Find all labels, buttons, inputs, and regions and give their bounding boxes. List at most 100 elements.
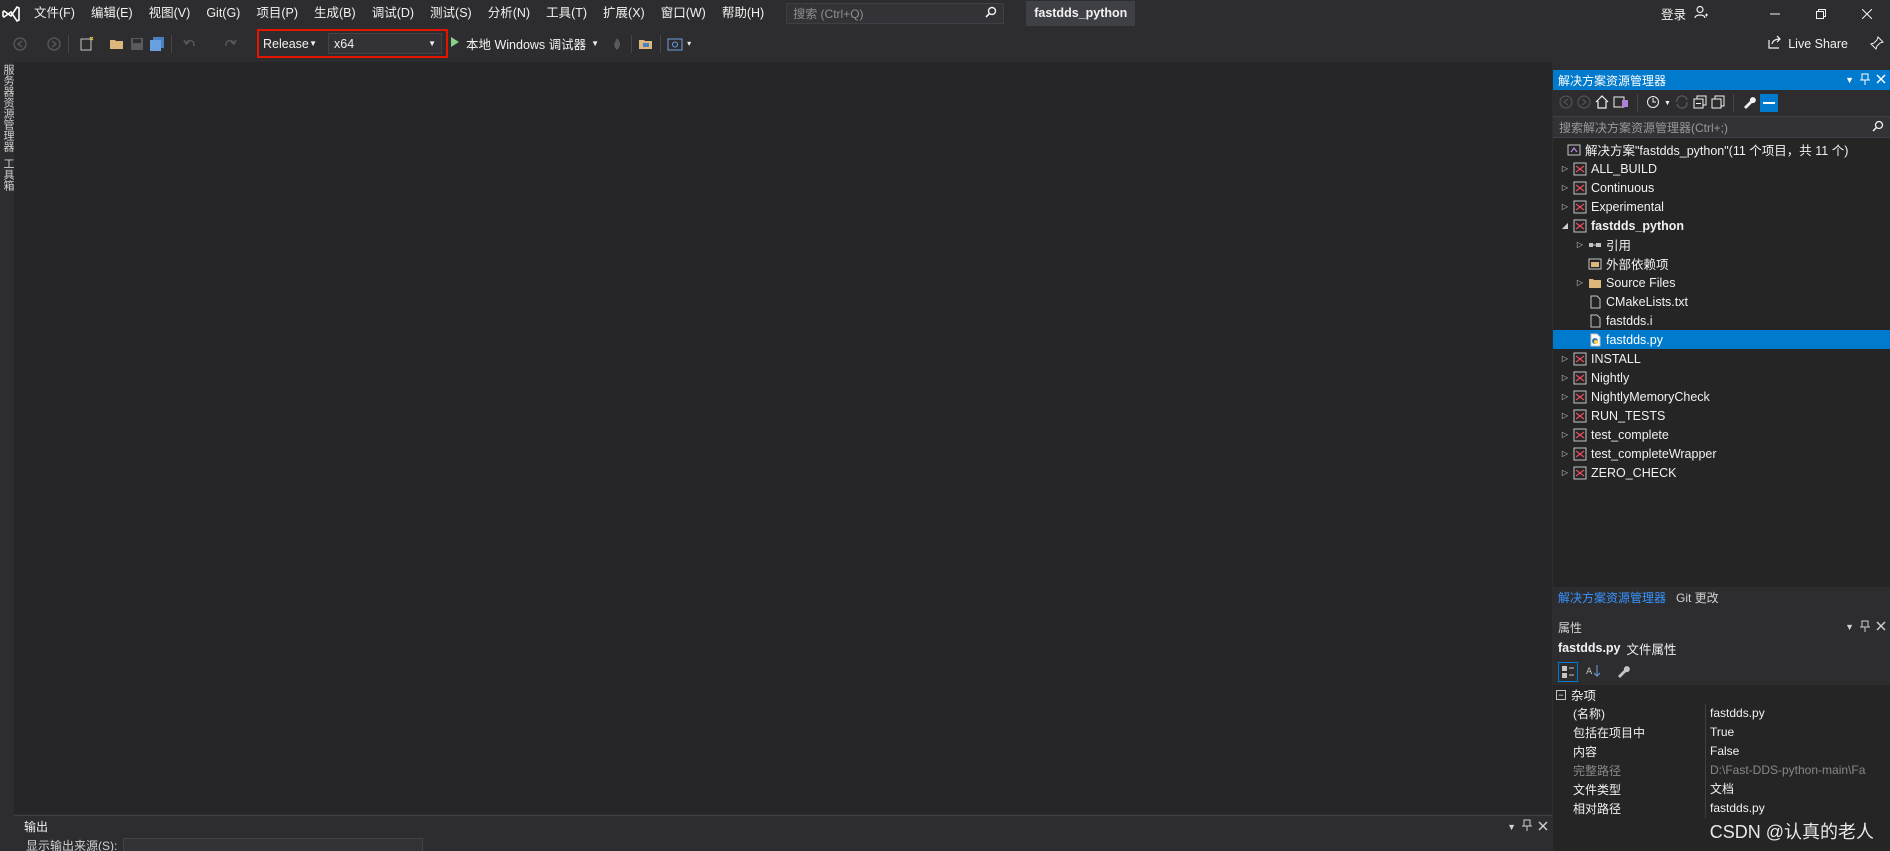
tree-item[interactable]: CMakeLists.txt — [1553, 292, 1890, 311]
property-pages-icon[interactable] — [1616, 664, 1630, 681]
menu-test[interactable]: 测试(S) — [422, 0, 480, 27]
redo-icon[interactable] — [220, 34, 240, 54]
back-icon[interactable] — [1559, 95, 1573, 112]
menu-extensions[interactable]: 扩展(X) — [595, 0, 653, 27]
restore-button[interactable] — [1798, 0, 1844, 27]
expanded-arrow-icon[interactable]: ◢ — [1559, 216, 1571, 235]
forward-icon[interactable] — [1577, 95, 1591, 112]
properties-wrench-icon[interactable] — [1742, 95, 1756, 112]
menu-analyze[interactable]: 分析(N) — [480, 0, 538, 27]
pin-icon[interactable] — [1522, 819, 1532, 834]
alphabetical-icon[interactable]: A — [1586, 664, 1602, 681]
sync-icon[interactable] — [1675, 94, 1689, 112]
collapsed-arrow-icon[interactable]: ▷ — [1559, 387, 1571, 406]
live-share-button[interactable]: Live Share — [1768, 29, 1848, 58]
tree-item[interactable]: ▷ ZERO_CHECK — [1553, 463, 1890, 482]
collapsed-arrow-icon[interactable]: ▷ — [1559, 349, 1571, 368]
property-row[interactable]: 相对路径 fastdds.py — [1553, 799, 1890, 818]
menu-window[interactable]: 窗口(W) — [653, 0, 714, 27]
collapse-all-icon[interactable] — [1693, 95, 1707, 112]
new-project-icon[interactable] — [77, 34, 97, 54]
tree-item[interactable]: ▷ INSTALL — [1553, 349, 1890, 368]
tree-item[interactable]: ▷ Nightly — [1553, 368, 1890, 387]
screenshot-icon[interactable] — [665, 34, 685, 54]
collapsed-arrow-icon[interactable]: ▷ — [1559, 425, 1571, 444]
menu-view[interactable]: 视图(V) — [141, 0, 199, 27]
menu-edit[interactable]: 编辑(E) — [83, 0, 141, 27]
toolbar-overflow-icon[interactable]: ▾ — [687, 39, 691, 48]
menu-tools[interactable]: 工具(T) — [538, 0, 595, 27]
tree-item[interactable]: ▷ ALL_BUILD — [1553, 159, 1890, 178]
collapse-icon[interactable]: − — [1556, 689, 1566, 700]
dropdown-icon[interactable]: ▼ — [1507, 822, 1516, 832]
chevron-down-icon[interactable]: ▼ — [1664, 100, 1671, 107]
back-icon[interactable] — [10, 34, 30, 54]
search-input[interactable]: 搜索 (Ctrl+Q) — [786, 3, 1005, 24]
menu-project[interactable]: 项目(P) — [248, 0, 306, 27]
solution-search-input[interactable]: 搜索解决方案资源管理器(Ctrl+;) — [1553, 116, 1890, 138]
tab-git-changes[interactable]: Git 更改 — [1671, 587, 1724, 609]
tree-item[interactable]: ▷ test_completeWrapper — [1553, 444, 1890, 463]
tree-item[interactable]: ▷ RUN_TESTS — [1553, 406, 1890, 425]
output-source-dropdown[interactable] — [123, 837, 424, 851]
collapsed-arrow-icon[interactable]: ▷ — [1559, 197, 1571, 216]
collapsed-arrow-icon[interactable]: ▷ — [1574, 235, 1586, 254]
history-icon[interactable] — [1646, 95, 1660, 112]
property-row[interactable]: (名称) fastdds.py — [1553, 704, 1890, 723]
tree-item[interactable]: ▷ 引用 — [1553, 235, 1890, 254]
tree-item[interactable]: fastdds.py — [1553, 330, 1890, 349]
property-value[interactable]: fastdds.py — [1705, 799, 1890, 818]
close-button[interactable] — [1844, 0, 1890, 27]
hot-reload-icon[interactable] — [607, 34, 627, 54]
undo-icon[interactable] — [180, 34, 200, 54]
collapsed-arrow-icon[interactable]: ▷ — [1559, 368, 1571, 387]
collapsed-arrow-icon[interactable]: ▷ — [1559, 444, 1571, 463]
collapsed-arrow-icon[interactable]: ▷ — [1559, 406, 1571, 425]
menu-build[interactable]: 生成(B) — [306, 0, 364, 27]
tree-item[interactable]: fastdds.i — [1553, 311, 1890, 330]
property-row[interactable]: 内容 False — [1553, 742, 1890, 761]
tab-solution-explorer[interactable]: 解决方案资源管理器 — [1553, 587, 1671, 609]
property-value[interactable]: 文档 — [1705, 780, 1890, 799]
menu-debug[interactable]: 调试(D) — [364, 0, 422, 27]
tree-item[interactable]: ▷ Experimental — [1553, 197, 1890, 216]
property-row[interactable]: 包括在项目中 True — [1553, 723, 1890, 742]
tree-item[interactable]: ▷ Source Files — [1553, 273, 1890, 292]
home-icon[interactable] — [1595, 94, 1609, 112]
collapsed-arrow-icon[interactable]: ▷ — [1559, 178, 1571, 197]
pin-feedback-icon[interactable] — [1870, 36, 1884, 53]
property-category[interactable]: − 杂项 — [1553, 685, 1890, 704]
menu-help[interactable]: 帮助(H) — [714, 0, 772, 27]
menu-git[interactable]: Git(G) — [198, 0, 248, 27]
pin-icon[interactable] — [1860, 73, 1870, 88]
save-icon[interactable] — [127, 34, 147, 54]
editor-area[interactable] — [14, 62, 1552, 814]
start-debugging-button[interactable]: 本地 Windows 调试器 ▼ — [450, 34, 599, 53]
preview-selected-icon[interactable] — [1759, 94, 1778, 112]
property-row[interactable]: 文件类型 文档 — [1553, 780, 1890, 799]
tree-item[interactable]: ◢ fastdds_python — [1553, 216, 1890, 235]
show-all-files-icon[interactable] — [1711, 95, 1725, 112]
close-icon[interactable] — [1876, 620, 1886, 634]
account-icon[interactable] — [1694, 5, 1708, 22]
collapsed-arrow-icon[interactable]: ▷ — [1559, 159, 1571, 178]
property-value[interactable]: fastdds.py — [1705, 704, 1890, 723]
switch-views-icon[interactable] — [1613, 95, 1629, 112]
property-row[interactable]: 完整路径 D:\Fast-DDS-python-main\Fa — [1553, 761, 1890, 780]
tree-item[interactable]: ▷ Continuous — [1553, 178, 1890, 197]
property-value[interactable]: True — [1705, 723, 1890, 742]
collapsed-arrow-icon[interactable]: ▷ — [1574, 273, 1586, 292]
tree-item[interactable]: ▷ NightlyMemoryCheck — [1553, 387, 1890, 406]
dropdown-icon[interactable]: ▼ — [1845, 622, 1854, 632]
close-icon[interactable] — [1876, 73, 1886, 87]
tree-item[interactable]: 外部依赖项 — [1553, 254, 1890, 273]
menu-file[interactable]: 文件(F) — [26, 0, 83, 27]
solution-root[interactable]: 解决方案"fastdds_python"(11 个项目，共 11 个) — [1553, 140, 1890, 159]
folder-view-icon[interactable] — [636, 34, 656, 54]
open-folder-icon[interactable] — [107, 34, 127, 54]
categorized-icon[interactable] — [1558, 662, 1578, 682]
close-icon[interactable] — [1538, 820, 1548, 834]
property-value[interactable]: D:\Fast-DDS-python-main\Fa — [1705, 761, 1890, 780]
pin-icon[interactable] — [1860, 620, 1870, 635]
dropdown-icon[interactable]: ▼ — [1845, 75, 1854, 85]
